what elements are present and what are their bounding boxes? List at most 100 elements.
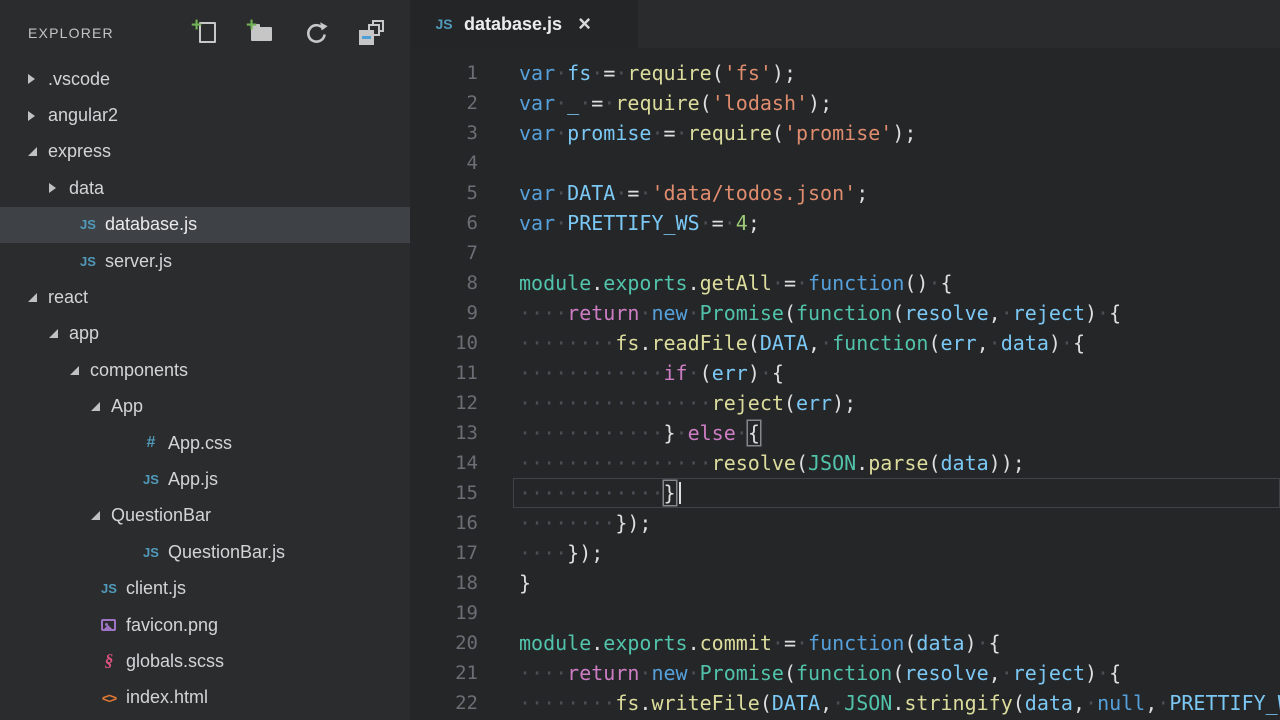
token-w: ················ [519,451,712,475]
tree-file-server.js[interactable]: JSserver.js [0,243,410,279]
tree-file-client.js[interactable]: JSclient.js [0,570,410,606]
twisty-collapsed-icon[interactable] [28,111,35,121]
code-line-19[interactable]: 19 [410,598,1280,628]
js-file-icon: JS [141,545,161,560]
code-text: var·fs·=·require('fs'); [519,58,1280,88]
code-editor[interactable]: 1var·fs·=·require('fs');2var·_·=·require… [410,48,1280,720]
tree-file-app.css[interactable]: #App.css [0,425,410,461]
token-t: module [519,631,591,655]
tab-close-icon[interactable]: × [578,14,591,34]
token-t: module [519,271,591,295]
token-p: ) [1085,661,1097,685]
tree-folder-.vscode[interactable]: .vscode [0,61,410,97]
code-line-4[interactable]: 4 [410,148,1280,178]
token-k: var [519,211,555,235]
new-file-icon[interactable]: + [193,20,219,46]
token-k: function [808,271,904,295]
token-w: · [736,421,748,445]
twisty-expanded-icon[interactable] [70,366,79,375]
line-number: 21 [410,662,478,684]
token-v: data [916,631,964,655]
tree-folder-express[interactable]: express [0,134,410,170]
twisty-collapsed-icon[interactable] [28,74,35,84]
twisty-expanded-icon[interactable] [28,147,37,156]
token-p: = [591,91,603,115]
collapse-all-icon[interactable] [358,20,384,46]
token-p: ) [1085,301,1097,325]
tree-file-app.js[interactable]: JSApp.js [0,461,410,497]
code-line-17[interactable]: 17····}); [410,538,1280,568]
token-w: · [820,331,832,355]
twisty-expanded-icon[interactable] [91,511,100,520]
token-f: require [688,121,772,145]
token-v: DATA [567,181,615,205]
code-text: ················resolve(JSON.parse(data)… [519,448,1280,478]
token-p: ( [700,91,712,115]
tree-file-index.html[interactable]: <>index.html [0,680,410,716]
token-w: · [688,301,700,325]
new-folder-icon[interactable]: + [248,20,274,46]
tree-item-label: App [111,396,143,417]
tree-file-globals.scss[interactable]: §globals.scss [0,643,410,679]
code-text: var·_·=·require('lodash'); [519,88,1280,118]
code-text: ····return·new·Promise(function(resolve,… [519,658,1280,688]
token-v: err [940,331,976,355]
token-w: · [1085,691,1097,715]
tree-folder-react[interactable]: react [0,279,410,315]
tree-file-database.js[interactable]: JSdatabase.js [0,207,410,243]
tree-item-label: angular2 [48,105,118,126]
token-p: ); [772,61,796,85]
token-f: fs [615,331,639,355]
code-line-8[interactable]: 8module.exports.getAll·=·function()·{ [410,268,1280,298]
code-line-1[interactable]: 1var·fs·=·require('fs'); [410,58,1280,88]
tree-folder-components[interactable]: components [0,352,410,388]
twisty-collapsed-icon[interactable] [49,183,56,193]
code-line-11[interactable]: 11············if·(err)·{ [410,358,1280,388]
code-line-3[interactable]: 3var·promise·=·require('promise'); [410,118,1280,148]
token-p: () [904,271,928,295]
token-p: . [639,331,651,355]
code-line-14[interactable]: 14················resolve(JSON.parse(dat… [410,448,1280,478]
token-m: if [664,361,688,385]
code-line-18[interactable]: 18} [410,568,1280,598]
tree-folder-angular2[interactable]: angular2 [0,97,410,133]
tree-file-favicon.png[interactable]: favicon.png [0,607,410,643]
line-number: 5 [410,182,478,204]
token-t: Promise [700,301,784,325]
tree-folder-app[interactable]: App [0,389,410,425]
token-w: · [615,61,627,85]
code-line-20[interactable]: 20module.exports.commit·=·function(data)… [410,628,1280,658]
token-w: ············ [519,481,664,505]
code-line-10[interactable]: 10········fs.readFile(DATA,·function(err… [410,328,1280,358]
code-line-12[interactable]: 12················reject(err); [410,388,1280,418]
code-line-15[interactable]: 15············} [410,478,1280,508]
image-file-icon [99,616,119,634]
code-line-16[interactable]: 16········}); [410,508,1280,538]
token-w: · [1097,301,1109,325]
code-line-21[interactable]: 21 ····return·new·Promise(function(resolv… [410,658,1280,688]
twisty-expanded-icon[interactable] [49,329,58,338]
tab-database-js[interactable]: JS database.js × [410,0,638,48]
tree-folder-app[interactable]: app [0,316,410,352]
code-line-13[interactable]: 13············}·else·{ [410,418,1280,448]
code-line-7[interactable]: 7 [410,238,1280,268]
token-p: . [688,631,700,655]
tree-folder-data[interactable]: data [0,170,410,206]
code-line-9[interactable]: 9····return·new·Promise(function(resolve… [410,298,1280,328]
tree-folder-questionbar[interactable]: QuestionBar [0,498,410,534]
token-w: · [688,661,700,685]
tree-file-questionbar.js[interactable]: JSQuestionBar.js [0,534,410,570]
twisty-expanded-icon[interactable] [91,402,100,411]
code-line-6[interactable]: 6var·PRETTIFY_WS·=·4; [410,208,1280,238]
matched-bracket: { [748,421,760,445]
token-w: ···· [519,541,567,565]
refresh-icon[interactable] [303,20,329,46]
token-w: · [1001,301,1013,325]
code-line-5[interactable]: 5var·DATA·=·'data/todos.json'; [410,178,1280,208]
token-k: null [1097,691,1145,715]
token-p: ; [856,181,868,205]
line-number: 20 [410,632,478,654]
twisty-expanded-icon[interactable] [28,293,37,302]
code-line-2[interactable]: 2var·_·=·require('lodash'); [410,88,1280,118]
code-line-22[interactable]: 22········fs.writeFile(DATA,·JSON.string… [410,688,1280,718]
